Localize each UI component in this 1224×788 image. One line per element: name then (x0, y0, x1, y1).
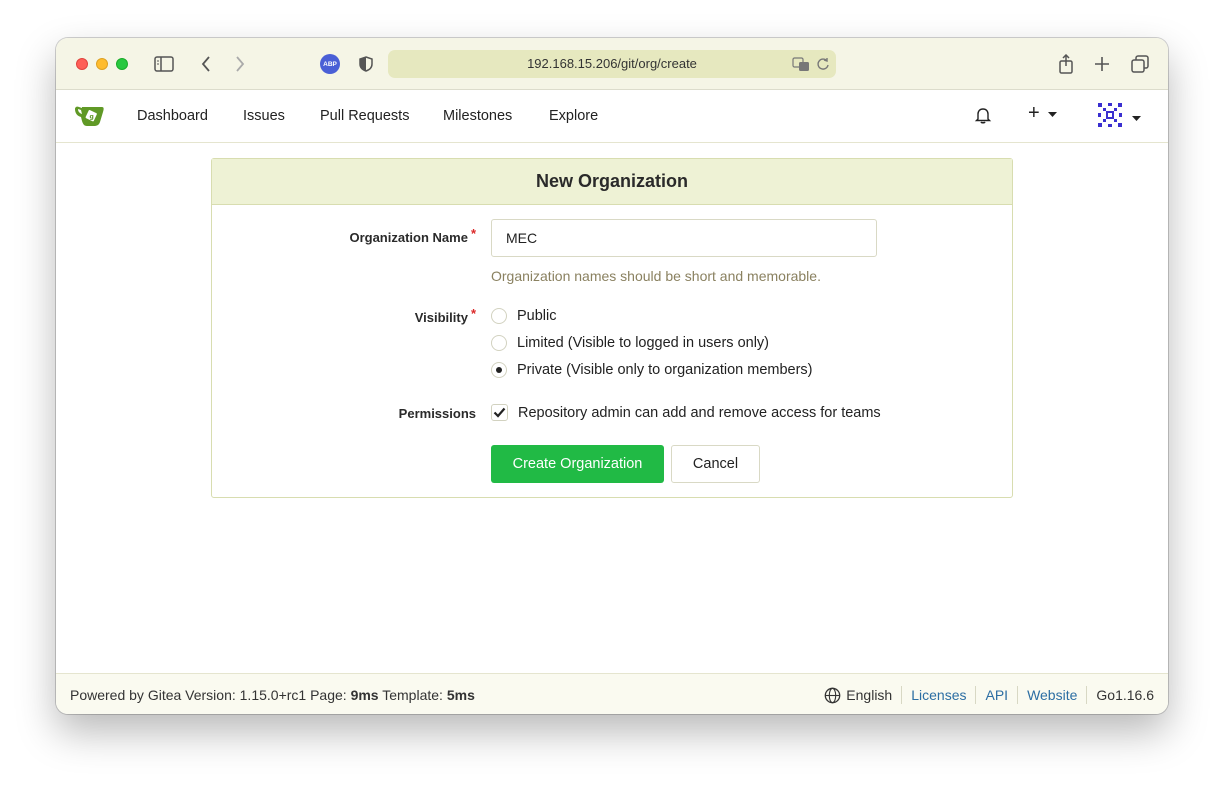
visibility-limited-radio[interactable] (491, 335, 507, 351)
required-marker: * (470, 306, 476, 321)
language-selector[interactable]: English (824, 687, 892, 704)
org-name-input[interactable] (491, 219, 877, 257)
page-time: 9ms (350, 687, 379, 703)
privacy-shield-icon[interactable] (356, 52, 376, 76)
visibility-label: Visibility (414, 310, 468, 325)
new-organization-form: New Organization Organization Name* Orga… (211, 158, 1013, 498)
nav-milestones[interactable]: Milestones (443, 108, 512, 124)
org-name-label-group: Organization Name * (349, 226, 476, 245)
caret-down-icon (1132, 109, 1141, 127)
nav-issues[interactable]: Issues (243, 108, 285, 124)
visibility-label-group: Visibility * (414, 306, 476, 325)
minimize-window-button[interactable] (96, 58, 108, 70)
share-icon[interactable] (1056, 52, 1076, 76)
visibility-limited-label: Limited (Visible to logged in users only… (517, 335, 770, 351)
tab-overview-icon[interactable] (1129, 52, 1151, 76)
browser-window: ABP 192.168.15.206/git/org/create g Dash… (56, 38, 1168, 714)
address-bar[interactable]: 192.168.15.206/git/org/create (388, 50, 836, 78)
powered-by-text: Powered by Gitea Version: 1.15.0+rc1 Pag… (70, 687, 347, 703)
create-new-dropdown[interactable]: + (1028, 102, 1057, 125)
org-name-label: Organization Name (349, 230, 468, 245)
divider (1017, 686, 1019, 704)
org-name-help-text: Organization names should be short and m… (491, 268, 821, 284)
url-text: 192.168.15.206/git/org/create (527, 56, 697, 71)
zoom-window-button[interactable] (116, 58, 128, 70)
template-time: 5ms (446, 687, 475, 703)
visibility-private-option[interactable]: Private (Visible only to organization me… (491, 362, 813, 378)
user-menu-dropdown[interactable] (1097, 102, 1141, 133)
visibility-public-label: Public (517, 308, 557, 324)
visibility-limited-option[interactable]: Limited (Visible to logged in users only… (491, 335, 769, 351)
api-link[interactable]: API (985, 687, 1008, 703)
page-footer: Powered by Gitea Version: 1.15.0+rc1 Pag… (56, 673, 1168, 714)
translate-icon[interactable] (792, 56, 810, 77)
divider (1086, 686, 1088, 704)
new-tab-icon[interactable] (1092, 52, 1112, 76)
template-prefix: Template: (382, 687, 443, 703)
nav-pull-requests[interactable]: Pull Requests (320, 108, 409, 124)
permissions-label: Permissions (398, 406, 476, 421)
back-icon[interactable] (196, 52, 216, 76)
permissions-option-label: Repository admin can add and remove acce… (518, 404, 881, 421)
create-organization-button[interactable]: Create Organization (491, 445, 664, 483)
checkmark-icon (493, 407, 506, 418)
visibility-private-label: Private (Visible only to organization me… (517, 362, 813, 378)
go-version: Go1.16.6 (1096, 687, 1154, 703)
nav-dashboard[interactable]: Dashboard (137, 108, 208, 124)
nav-explore[interactable]: Explore (549, 108, 598, 124)
footer-version-info: Powered by Gitea Version: 1.15.0+rc1 Pag… (70, 687, 475, 703)
visibility-private-radio[interactable] (491, 362, 507, 378)
app-navbar: g Dashboard Issues Pull Requests Milesto… (56, 90, 1168, 143)
adblock-extension-icon[interactable]: ABP (320, 54, 340, 74)
globe-icon (824, 687, 841, 703)
cancel-button[interactable]: Cancel (671, 445, 760, 483)
gitea-logo-icon[interactable]: g (74, 103, 106, 134)
divider (901, 686, 903, 704)
permissions-checkbox[interactable] (491, 404, 508, 421)
licenses-link[interactable]: Licenses (911, 687, 966, 703)
page-title: New Organization (212, 159, 1012, 205)
browser-toolbar: ABP 192.168.15.206/git/org/create (56, 38, 1168, 90)
sidebar-toggle-icon[interactable] (152, 52, 176, 76)
adblock-label: ABP (323, 60, 337, 68)
caret-down-icon (1047, 105, 1057, 123)
visibility-public-option[interactable]: Public (491, 308, 557, 324)
forward-icon[interactable] (230, 52, 250, 76)
svg-text:g: g (90, 114, 94, 121)
language-label: English (846, 687, 893, 703)
permissions-option[interactable]: Repository admin can add and remove acce… (491, 404, 881, 421)
website-link[interactable]: Website (1027, 687, 1077, 703)
close-window-button[interactable] (76, 58, 88, 70)
plus-icon: + (1028, 102, 1040, 124)
required-marker: * (470, 226, 476, 241)
divider (975, 686, 977, 704)
notifications-bell-icon[interactable] (974, 106, 992, 124)
visibility-public-radio[interactable] (491, 308, 507, 324)
avatar (1097, 102, 1123, 133)
reload-icon[interactable] (816, 56, 830, 77)
footer-links: English Licenses API Website Go1.16.6 (824, 686, 1154, 704)
